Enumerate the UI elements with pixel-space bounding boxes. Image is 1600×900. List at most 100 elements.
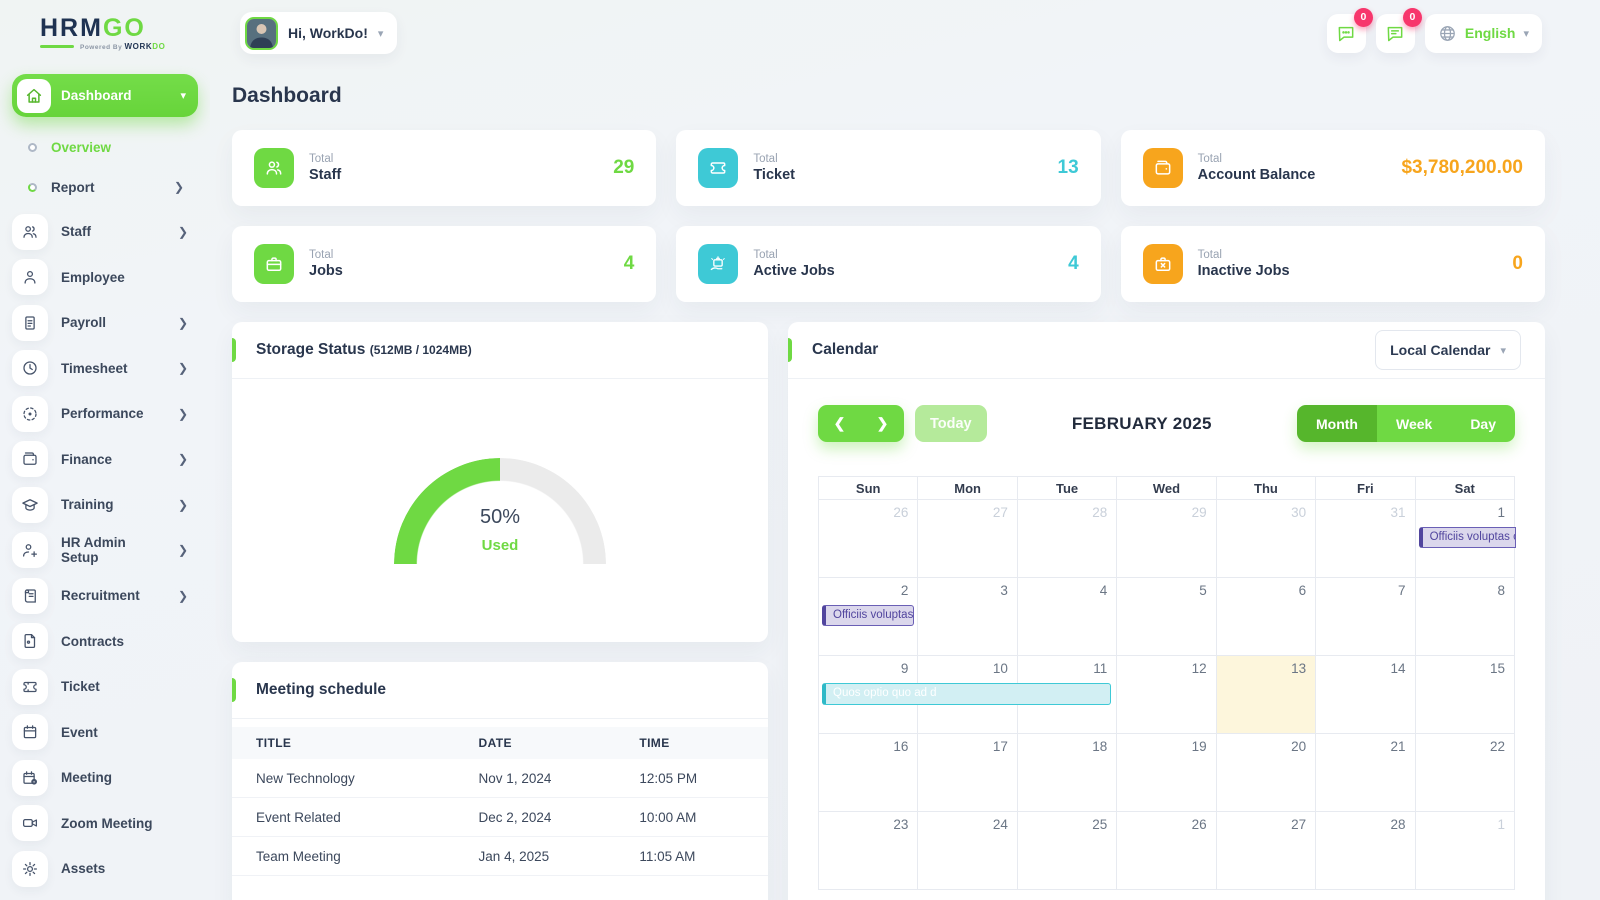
calendar-day-cell[interactable]: 28 — [1017, 500, 1118, 578]
chevron-down-icon: ▾ — [377, 27, 384, 40]
calendar-day-cell[interactable]: 16 — [819, 734, 919, 812]
sidebar-item-recruitment[interactable]: Recruitment ❯ — [12, 573, 198, 619]
view-month-button[interactable]: Month — [1297, 405, 1377, 442]
calendar-event[interactable]: Officiis voluptas c — [1418, 527, 1516, 548]
calendar-day-cell[interactable]: 28 — [1316, 812, 1416, 890]
stat-value: 13 — [1057, 157, 1079, 178]
calendar-source-label: Local Calendar — [1390, 342, 1491, 358]
sidebar-item-label: Ticket — [61, 679, 100, 695]
column-header-date: DATE — [478, 727, 640, 759]
calendar-day-cell[interactable]: 19 — [1117, 734, 1217, 812]
calendar-day-cell[interactable]: 27 — [918, 500, 1018, 578]
sidebar-item-employee[interactable]: Employee — [12, 255, 198, 301]
stat-cards: Total Staff 29 Total Ticket 13 Total Accoun… — [232, 130, 1545, 302]
sidebar-item-finance[interactable]: Finance ❯ — [12, 437, 198, 483]
calendar-day-cell[interactable]: 15 — [1415, 656, 1515, 734]
language-selector[interactable]: English ▾ — [1424, 13, 1542, 53]
storage-status-card: Storage Status (512MB / 1024MB) 50% Used — [232, 322, 768, 670]
user-icon — [12, 259, 48, 296]
chevron-right-icon: ❯ — [177, 224, 188, 239]
sidebar-item-label: Contracts — [61, 633, 125, 649]
user-plus-icon — [12, 532, 48, 569]
calendar-gear-icon — [12, 759, 48, 796]
calendar-day-cell[interactable]: 5 — [1117, 578, 1217, 656]
calendar-week-row: 9 10 11 12 13 14 15 Quos optio quo ad d — [819, 656, 1515, 734]
sidebar-item-label: Training — [61, 497, 114, 513]
today-button[interactable]: Today — [915, 405, 987, 442]
sidebar-item-performance[interactable]: Performance ❯ — [12, 391, 198, 437]
calendar-day-cell[interactable]: 20 — [1216, 734, 1317, 812]
language-label: English — [1464, 25, 1516, 41]
stat-card-total-staff: Total Staff 29 — [232, 130, 657, 206]
sidebar-item-event[interactable]: Event — [12, 710, 198, 756]
sidebar-item-payroll[interactable]: Payroll ❯ — [12, 300, 198, 346]
sidebar-item-overview[interactable]: Overview — [28, 127, 194, 167]
calendar-day-cell[interactable]: 18 — [1017, 734, 1118, 812]
meeting-card-header: Meeting schedule — [232, 662, 768, 719]
calendar-event[interactable]: Quos optio quo ad d — [822, 683, 1112, 705]
calendar-day-cell[interactable]: 31 — [1316, 500, 1416, 578]
sidebar-item-staff[interactable]: Staff ❯ — [12, 209, 198, 255]
sidebar-item-ticket[interactable]: Ticket — [12, 664, 198, 710]
view-day-button[interactable]: Day — [1451, 405, 1515, 442]
prev-month-button[interactable]: ❮ — [818, 405, 861, 442]
sidebar-item-timesheet[interactable]: Timesheet ❯ — [12, 346, 198, 392]
sidebar-item-contracts[interactable]: Contracts — [12, 619, 198, 665]
calendar-day-cell[interactable]: 6 — [1216, 578, 1317, 656]
calendar-day-cell[interactable]: 17 — [918, 734, 1018, 812]
view-week-button[interactable]: Week — [1376, 405, 1452, 442]
calendar-day-cell[interactable]: 14 — [1316, 656, 1416, 734]
sidebar-item-label: Event — [61, 724, 98, 740]
calendar-day-cell[interactable]: 26 — [1117, 812, 1217, 890]
calendar-nav-group: ❮ ❯ — [818, 405, 904, 442]
brand-logo[interactable]: HRMGO Powered By WORKDO — [0, 13, 210, 51]
chevron-right-icon: ❯ — [177, 406, 188, 421]
calendar-event[interactable]: Officiis voluptas c — [822, 605, 915, 626]
page-title: Dashboard — [232, 84, 342, 107]
calendar-source-select[interactable]: Local Calendar ▾ — [1375, 330, 1521, 370]
clock-icon — [12, 350, 48, 387]
calendar-day-cell[interactable]: 27 — [1216, 812, 1317, 890]
meeting-date-cell: Jan 4, 2025 — [478, 836, 640, 876]
logo-go: GO — [102, 13, 146, 42]
day-header-wed: Wed — [1117, 477, 1217, 500]
calendar-day-cell[interactable]: 23 — [819, 812, 919, 890]
sidebar-item-assets[interactable]: Assets — [12, 846, 198, 892]
table-row: New Technology Nov 1, 2024 12:05 PM — [232, 759, 768, 798]
calendar-day-cell[interactable]: 25 — [1017, 812, 1118, 890]
sidebar-item-zoom-meeting[interactable]: Zoom Meeting — [12, 801, 198, 847]
next-month-button[interactable]: ❯ — [861, 405, 904, 442]
calendar-day-cell-today[interactable]: 13 — [1216, 656, 1317, 734]
stat-label-top: Total — [1197, 153, 1222, 165]
messages-button[interactable]: 0 — [1326, 7, 1373, 53]
calendar-day-cell[interactable]: 4 — [1017, 578, 1118, 656]
sidebar-item-report[interactable]: Report ❯ — [28, 167, 194, 207]
calendar-day-cell[interactable]: 30 — [1216, 500, 1317, 578]
user-menu[interactable]: Hi, WorkDo! ▾ — [240, 12, 398, 54]
storage-title: Storage Status — [256, 341, 366, 358]
sidebar-item-training[interactable]: Training ❯ — [12, 482, 198, 528]
calendar-day-cell[interactable]: 8 — [1415, 578, 1515, 656]
stat-label-top: Total — [309, 153, 334, 165]
sidebar-item-dashboard[interactable]: Dashboard ▾ — [12, 74, 198, 117]
notifications-button[interactable]: 0 — [1375, 7, 1422, 53]
calendar-day-cell[interactable]: 26 — [819, 500, 919, 578]
chevron-down-icon: ▾ — [1523, 27, 1529, 40]
calendar-day-cell[interactable]: 22 — [1415, 734, 1515, 812]
calendar-title: Calendar — [812, 341, 879, 358]
sidebar-item-meeting[interactable]: Meeting — [12, 755, 198, 801]
stat-label: Staff — [309, 167, 342, 183]
sidebar-item-hr-admin-setup[interactable]: HR Admin Setup ❯ — [12, 528, 198, 574]
calendar-day-cell[interactable]: 7 — [1316, 578, 1416, 656]
wallet-icon — [12, 441, 48, 478]
users-icon — [12, 213, 48, 250]
calendar-day-cell[interactable]: 21 — [1316, 734, 1416, 812]
calendar-day-cell[interactable]: 1 — [1415, 812, 1515, 890]
calendar-day-cell[interactable]: 29 — [1117, 500, 1217, 578]
calendar-day-cell[interactable]: 3 — [918, 578, 1018, 656]
calendar-day-cell[interactable]: 12 — [1117, 656, 1217, 734]
calendar-day-cell[interactable]: 24 — [918, 812, 1018, 890]
chevron-right-icon: ❯ — [177, 588, 188, 603]
top-header: HRMGO Powered By WORKDO Hi, WorkDo! ▾ 0 … — [0, 0, 1600, 58]
stat-value: 0 — [1512, 253, 1523, 274]
